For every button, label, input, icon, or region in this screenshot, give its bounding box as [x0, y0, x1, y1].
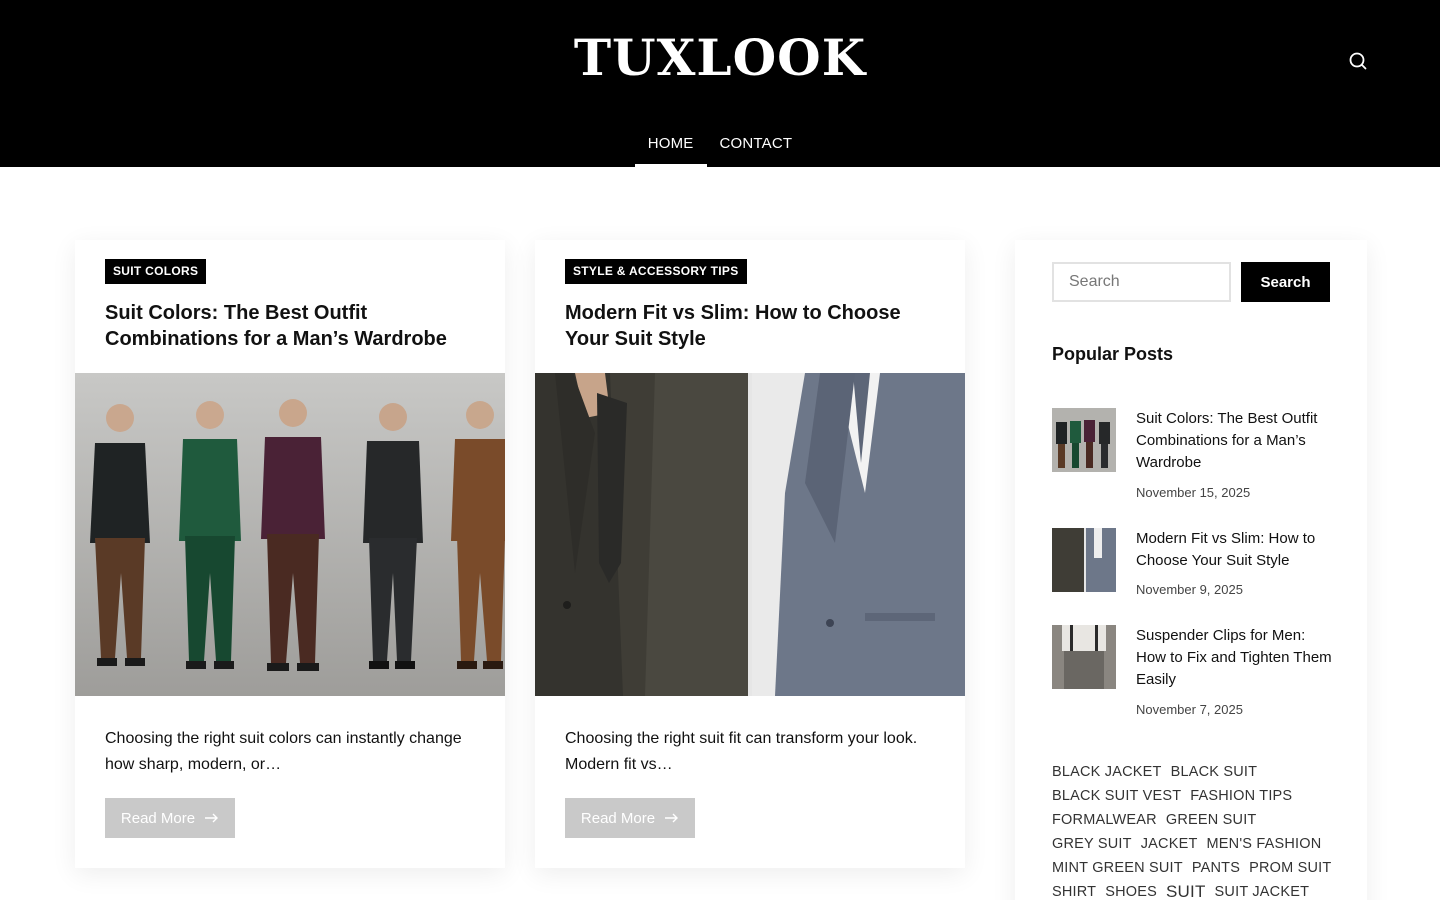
popular-posts-title: Popular Posts: [1052, 344, 1174, 364]
tag-link[interactable]: BLACK JACKET: [1052, 762, 1162, 782]
tag-link[interactable]: SUIT JACKET: [1215, 882, 1310, 900]
popular-post-thumbnail[interactable]: [1052, 625, 1116, 689]
popular-post-thumbnail[interactable]: [1052, 528, 1116, 592]
search-icon[interactable]: [1345, 48, 1371, 74]
post-title[interactable]: Modern Fit vs Slim: How to Choose Your S…: [565, 300, 935, 352]
post-title[interactable]: Suit Colors: The Best Outfit Combination…: [105, 300, 475, 352]
search-button[interactable]: Search: [1241, 262, 1330, 302]
read-more-button[interactable]: Read More: [105, 798, 235, 838]
category-badge[interactable]: SUIT COLORS: [105, 259, 207, 284]
post-excerpt: Choosing the right suit colors can insta…: [105, 730, 462, 773]
tag-link[interactable]: BLACK SUIT: [1171, 762, 1258, 782]
tag-link[interactable]: FORMALWEAR: [1052, 810, 1157, 830]
site-header: TUXLOOK HOME CONTACT: [0, 0, 1440, 167]
read-more-label: Read More: [580, 809, 656, 827]
post-image[interactable]: [535, 373, 965, 696]
tag-link[interactable]: BLACK SUIT VEST: [1052, 786, 1181, 806]
post-card: STYLE & ACCESSORY TIPS Modern Fit vs Sli…: [535, 240, 965, 868]
tag-link[interactable]: SHOES: [1105, 882, 1157, 900]
category-badge[interactable]: STYLE & ACCESSORY TIPS: [565, 259, 747, 284]
tag-link[interactable]: FASHION TIPS: [1190, 786, 1292, 806]
popular-post-date: November 9, 2025: [1136, 582, 1243, 597]
tag-link[interactable]: SHIRT: [1052, 882, 1096, 900]
popular-post-title[interactable]: Suit Colors: The Best Outfit Combination…: [1136, 408, 1336, 474]
post-image[interactable]: [75, 373, 505, 696]
sidebar: Search Popular Posts Suit Colors: The Be…: [1015, 240, 1367, 900]
tag-link[interactable]: GREY SUIT: [1052, 834, 1132, 854]
site-logo[interactable]: TUXLOOK: [0, 28, 1440, 88]
post-excerpt: Choosing the right suit fit can transfor…: [565, 730, 918, 773]
post-card: SUIT COLORS Suit Colors: The Best Outfit…: [75, 240, 505, 868]
popular-post-title[interactable]: Modern Fit vs Slim: How to Choose Your S…: [1136, 528, 1336, 572]
popular-post-thumbnail[interactable]: [1052, 408, 1116, 472]
tag-link[interactable]: PROM SUIT: [1249, 858, 1331, 878]
nav-contact[interactable]: CONTACT: [707, 120, 806, 167]
arrow-right-icon: [665, 810, 679, 827]
popular-post-date: November 15, 2025: [1136, 485, 1251, 500]
popular-post-title[interactable]: Suspender Clips for Men: How to Fix and …: [1136, 625, 1336, 691]
popular-post-date: November 7, 2025: [1136, 702, 1243, 717]
tag-link[interactable]: MEN'S FASHION: [1207, 834, 1322, 854]
tag-link[interactable]: MINT GREEN SUIT: [1052, 858, 1183, 878]
tag-link[interactable]: PANTS: [1192, 858, 1240, 878]
tag-link[interactable]: SUIT: [1166, 882, 1206, 900]
read-more-button[interactable]: Read More: [565, 798, 695, 838]
tag-link[interactable]: JACKET: [1141, 834, 1198, 854]
tag-link[interactable]: GREEN SUIT: [1166, 810, 1257, 830]
tag-cloud: BLACK JACKET BLACK SUIT BLACK SUIT VEST …: [1052, 762, 1342, 900]
nav-home[interactable]: HOME: [634, 120, 707, 167]
arrow-right-icon: [205, 810, 219, 827]
read-more-label: Read More: [120, 809, 196, 827]
search-input[interactable]: [1052, 262, 1231, 302]
main-nav: HOME CONTACT: [0, 120, 1440, 167]
